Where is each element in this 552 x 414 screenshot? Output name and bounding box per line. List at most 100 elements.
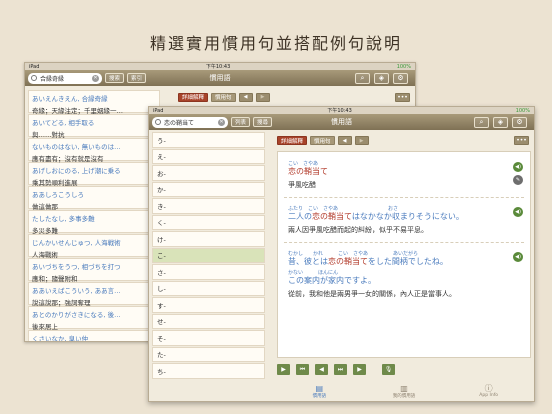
example-sentence-line2: この案内が家内ですよ。 (288, 276, 376, 285)
rewind-icon[interactable]: ◀ (315, 364, 328, 375)
next-arrow-icon[interactable]: ▶ (354, 136, 369, 145)
kana-item[interactable]: た- (152, 346, 265, 362)
tab-detail[interactable]: 詳細解釋 (277, 136, 308, 145)
clear-icon[interactable]: ✕ (92, 74, 99, 82)
kana-item[interactable]: ち- (152, 363, 265, 379)
index-button[interactable]: 索引 (127, 73, 147, 83)
pencil-icon[interactable]: ✎ (513, 175, 523, 185)
tab-item[interactable]: ▤ 慣用語 (277, 381, 362, 401)
carrier: iPad (29, 63, 40, 70)
more-button[interactable]: ••• (395, 92, 410, 102)
info-icon: ⓘ (484, 384, 493, 393)
detail-toolbar: 詳細解釋 慣用句 ◀ ▶ ••• (175, 90, 415, 104)
play-icon[interactable]: ▶ (277, 364, 290, 375)
status-bar: iPad 下午10:43 100% (25, 63, 415, 70)
kana-item[interactable]: そ- (152, 330, 265, 346)
list-item[interactable]: あいえんきえん, 合縁奇縁 奇緣；天緣注定；千里姻緣一… (28, 90, 160, 115)
gear-icon[interactable]: ⚙ (393, 72, 408, 84)
tab-item[interactable]: ▥ 我的慣用語 (362, 381, 447, 401)
item-japanese: ああいえばこういう, ああ言… (32, 287, 121, 295)
kana-item[interactable]: さ- (152, 264, 265, 280)
kana-item[interactable]: か- (152, 181, 265, 197)
headword: 恋の鞘当て (288, 167, 328, 176)
list-item[interactable]: ないものはない, 無いものは… 應有盡有；沒有就是沒有 (28, 138, 160, 163)
tab-idiom[interactable]: 慣用句 (310, 136, 335, 145)
list-item[interactable]: あとのかりがさきになる, 後… 後來居上 (28, 306, 160, 331)
magnifier-icon[interactable]: ⌕ (474, 116, 489, 128)
kana-item[interactable]: し- (152, 280, 265, 296)
tag-icon[interactable]: ◈ (374, 72, 389, 84)
item-japanese: くさいなか, 臭い仲 (32, 335, 89, 342)
item-japanese: ああしろこうしろ (32, 191, 84, 199)
tag-icon[interactable]: ◈ (493, 116, 508, 128)
item-japanese: ないものはない, 無いものは… (32, 143, 121, 151)
kana-item[interactable]: す- (152, 297, 265, 313)
search-input[interactable]: 合縁奇縁 ✕ (28, 72, 102, 84)
item-japanese: あいづちをうつ, 相づちを打つ (32, 263, 121, 271)
kana-item[interactable]: き- (152, 198, 265, 214)
skip-back-icon[interactable]: ⏮ (296, 364, 309, 375)
list-item[interactable]: くさいなか, 臭い仲 (28, 330, 160, 342)
list-item[interactable]: ああいえばこういう, ああ言… 說這說那；強詞奪理 (28, 282, 160, 307)
gear-icon[interactable]: ⚙ (512, 116, 527, 128)
item-japanese: あとのかりがさきになる, 後… (32, 311, 121, 319)
clear-icon[interactable]: ✕ (218, 118, 225, 126)
prev-arrow-icon[interactable]: ◀ (238, 92, 253, 102)
speaker-icon[interactable]: ◀) (513, 252, 523, 262)
forward-icon[interactable]: ▶ (353, 364, 366, 375)
kana-item[interactable]: お- (152, 165, 265, 181)
search-icon (155, 119, 161, 125)
tab-item[interactable]: ⓘ App Info (446, 381, 531, 401)
nav-bar: 合縁奇縁 ✕ 搜索 索引 慣用語 ⌕ ◈ ⚙ (25, 70, 415, 86)
list-item[interactable]: たしたなし, 多事多難 多災多難 (28, 210, 160, 235)
tab-idiom[interactable]: 慣用句 (211, 92, 236, 102)
tab-label: App Info (479, 393, 499, 398)
example-sentence: 二人の恋の鞘当てはなかなか収まりそうにない。 (288, 212, 464, 221)
battery: 100% (396, 63, 411, 70)
more-button[interactable]: ••• (514, 136, 529, 145)
list-item[interactable]: あいてどる, 相手取る 與……對抗 (28, 114, 160, 139)
speaker-icon[interactable]: ◀) (513, 207, 523, 217)
list-item[interactable]: あげしおにのる, 上げ潮に乗る 乘其勢順利進展 (28, 162, 160, 187)
kana-item[interactable]: こ- (152, 247, 265, 263)
item-japanese: あいえんきえん, 合縁奇縁 (32, 95, 108, 103)
search-button[interactable]: 搜尋 (253, 117, 273, 127)
example-entry: むかし かれ こい さやあ あいだがら 昔、彼とは恋の鞘当てをした間柄でしたね。… (288, 250, 508, 299)
playback-controls: ▶ ⏮ ◀ ⏭ ▶ 🎙 (277, 363, 531, 376)
divider (284, 197, 524, 198)
kana-item[interactable]: く- (152, 214, 265, 230)
clock: 下午10:43 (327, 108, 352, 114)
kana-item[interactable]: け- (152, 231, 265, 247)
tab-label: 我的慣用語 (392, 393, 416, 399)
kana-item[interactable]: せ- (152, 313, 265, 329)
example-sentence: 昔、彼とは恋の鞘当てをした間柄でしたね。 (288, 257, 448, 266)
meaning: 爭風吃醋 (288, 181, 316, 189)
headword-entry: こい さやあ 恋の鞘当て 爭風吃醋 (288, 160, 508, 190)
tab-detail[interactable]: 詳細解釋 (178, 92, 209, 102)
speaker-icon[interactable]: ◀) (513, 162, 523, 172)
search-button[interactable]: 搜索 (105, 73, 125, 83)
carrier: iPad (153, 107, 164, 114)
search-icon (31, 75, 37, 81)
item-japanese: あいてどる, 相手取る (32, 119, 95, 127)
microphone-icon[interactable]: 🎙 (382, 364, 395, 375)
item-japanese: あげしおにのる, 上げ潮に乗る (32, 167, 121, 175)
list-item[interactable]: じんかいせんじゅつ, 人海戦術 人海戰術 (28, 234, 160, 259)
page-headline: 精選實用慣用句並搭配例句說明 (149, 34, 402, 53)
nav-bar: 恋の鞘当て ✕ 列表 搜尋 慣用語 ⌕ ◈ ⚙ (149, 114, 534, 130)
next-arrow-icon[interactable]: ▶ (255, 92, 270, 102)
prev-arrow-icon[interactable]: ◀ (337, 136, 352, 145)
detail-toolbar: 詳細解釋 慣用句 ◀ ▶ ••• (277, 135, 534, 146)
list-item[interactable]: ああしろこうしろ 做這做那 (28, 186, 160, 211)
kana-item[interactable]: え- (152, 148, 265, 164)
example-translation: 兩人因爭風吃醋而起的糾紛，似乎不易平息。 (288, 226, 428, 234)
skip-forward-icon[interactable]: ⏭ (334, 364, 347, 375)
kana-item[interactable]: う- (152, 132, 265, 148)
list-button[interactable]: 列表 (231, 117, 251, 127)
magnifier-icon[interactable]: ⌕ (355, 72, 370, 84)
list-item[interactable]: あいづちをうつ, 相づちを打つ 應和；隨聲附和 (28, 258, 160, 283)
search-input[interactable]: 恋の鞘当て ✕ (152, 116, 228, 128)
tab-bar: ▤ 慣用語 ▥ 我的慣用語 ⓘ App Info (277, 381, 531, 401)
book-icon: ▤ (315, 383, 324, 393)
example-translation: 從前，我和他是兩男爭一女的關係，內人正是當事人。 (288, 290, 456, 298)
